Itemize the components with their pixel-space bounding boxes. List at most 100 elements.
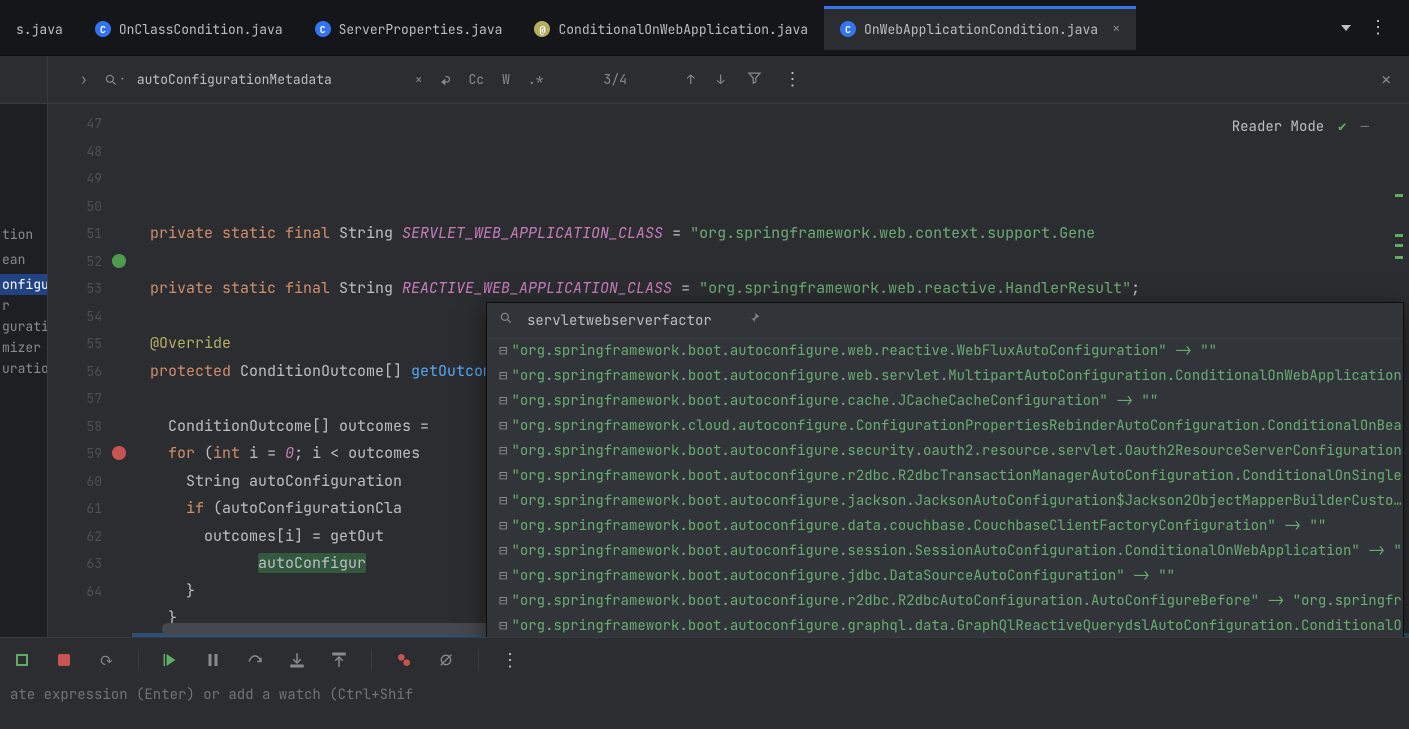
editor-tab[interactable]: @ ConditionalOnWebApplication.java — [518, 6, 824, 50]
override-gutter-icon[interactable] — [112, 254, 126, 268]
popup-item[interactable]: ⊟"org.springframework.boot.autoconfigure… — [487, 389, 1403, 414]
structure-item[interactable]: mizer — [0, 337, 47, 358]
line-number: 56 — [48, 358, 102, 386]
line-number: 62 — [48, 523, 102, 551]
pause-icon[interactable] — [203, 650, 223, 670]
find-next-icon[interactable]: ↓ — [717, 71, 725, 88]
debug-tool-window: ⟳ ⋮ ate expression (Enter) or add a watc… — [0, 637, 1409, 729]
class-file-icon: C — [315, 21, 331, 37]
file-label: OnWebApplicationCondition.java — [864, 21, 1098, 38]
chevron-down-icon[interactable] — [1341, 25, 1351, 31]
project-pane-stub — [0, 56, 48, 103]
regex-toggle[interactable]: .* — [528, 71, 544, 88]
class-file-icon: C — [840, 21, 856, 37]
whole-word-toggle[interactable]: W — [502, 71, 510, 88]
structure-item[interactable]: onfigur — [0, 274, 47, 295]
find-prev-icon[interactable]: ↑ — [687, 71, 695, 88]
line-number: 47 — [48, 110, 102, 138]
line-number: 51 — [48, 220, 102, 248]
step-into-icon[interactable] — [287, 650, 307, 670]
popup-item[interactable]: ⊟"org.springframework.boot.autoconfigure… — [487, 464, 1403, 489]
reader-mode-banner[interactable]: Reader Mode ✔ — — [1232, 114, 1369, 142]
debug-more-icon[interactable]: ⋮ — [501, 649, 519, 672]
structure-tool-stub: tion ean onfigurrguratiomizeruration — [0, 104, 48, 637]
line-number: 48 — [48, 138, 102, 166]
editor-tab[interactable]: s.java — [0, 6, 79, 50]
pin-popup-icon[interactable] — [747, 311, 761, 330]
popup-item[interactable]: ⊟"org.springframework.cloud.autoconfigur… — [487, 414, 1403, 439]
rerun-icon[interactable]: ⟳ — [96, 650, 116, 670]
search-icon — [499, 311, 513, 330]
editor-tab[interactable]: C OnClassCondition.java — [79, 6, 299, 50]
find-more-icon[interactable]: ⋮ — [784, 68, 802, 91]
inspection-warnings-icon[interactable]: — — [1361, 114, 1369, 142]
mute-breakpoints-icon[interactable] — [436, 650, 456, 670]
kebab-menu-icon[interactable]: ⋮ — [1369, 16, 1387, 39]
line-number: 61 — [48, 495, 102, 523]
line-number: 57 — [48, 385, 102, 413]
editor-tab-strip: s.java C OnClassCondition.java C ServerP… — [0, 0, 1409, 56]
filter-icon[interactable] — [747, 70, 762, 89]
file-label: ConditionalOnWebApplication.java — [558, 21, 808, 38]
structure-item[interactable]: tion — [0, 224, 47, 245]
line-number: 59 — [48, 440, 102, 468]
tab-overflow-controls: ⋮ — [1341, 16, 1409, 39]
find-result-count: 3/4 — [604, 71, 627, 88]
line-number: 54 — [48, 303, 102, 331]
popup-item[interactable]: ⊟"org.springframework.boot.autoconfigure… — [487, 339, 1403, 364]
inspection-ok-icon[interactable]: ✔ — [1338, 114, 1346, 142]
popup-item[interactable]: ⊟"org.springframework.boot.autoconfigure… — [487, 539, 1403, 564]
line-number: 58 — [48, 413, 102, 441]
resume-outline-icon[interactable] — [12, 650, 32, 670]
editor-tab-active[interactable]: C OnWebApplicationCondition.java × — [824, 6, 1136, 50]
line-number: 63 — [48, 550, 102, 578]
close-find-bar-icon[interactable]: ✕ — [1381, 69, 1391, 90]
file-label: s.java — [16, 21, 63, 38]
clear-input-icon[interactable]: × — [415, 71, 423, 88]
editor-tab[interactable]: C ServerProperties.java — [299, 6, 519, 50]
file-label: OnClassCondition.java — [119, 21, 283, 38]
structure-item[interactable]: ean — [0, 249, 47, 270]
popup-item[interactable]: ⊟"org.springframework.boot.autoconfigure… — [487, 364, 1403, 389]
match-case-toggle[interactable]: Cc — [468, 71, 484, 88]
structure-item[interactable]: uration — [0, 358, 47, 379]
find-in-file-bar: › ▾ × ↩ Cc W .* 3/4 ↑ ↓ ⋮ ✕ — [0, 56, 1409, 104]
stop-icon[interactable] — [54, 650, 74, 670]
popup-item[interactable]: ⊟"org.springframework.boot.autoconfigure… — [487, 589, 1403, 614]
popup-item[interactable]: ⊟"org.springframework.boot.autoconfigure… — [487, 489, 1403, 514]
close-tab-icon[interactable]: × — [1112, 20, 1120, 38]
breakpoint-gutter-icon[interactable] — [112, 446, 126, 460]
file-label: ServerProperties.java — [339, 21, 503, 38]
structure-item[interactable]: guratio — [0, 316, 47, 337]
line-number: 52 — [48, 248, 102, 276]
search-icon[interactable]: ▾ — [104, 73, 125, 87]
line-number: 53 — [48, 275, 102, 303]
code-line[interactable]: private static final String SERVLET_WEB_… — [132, 220, 1409, 248]
line-number: 55 — [48, 330, 102, 358]
code-line[interactable] — [132, 248, 1409, 276]
step-over-icon[interactable] — [245, 650, 265, 670]
resume-program-icon[interactable] — [161, 650, 181, 670]
separator — [478, 649, 479, 671]
view-breakpoints-icon[interactable] — [394, 650, 414, 670]
newline-mode-icon[interactable]: ↩ — [441, 69, 451, 90]
popup-item[interactable]: ⊟"org.springframework.boot.autoconfigure… — [487, 564, 1403, 589]
separator — [371, 649, 372, 671]
line-number: 49 — [48, 165, 102, 193]
annotation-file-icon: @ — [534, 21, 550, 37]
code-line[interactable]: private static final String REACTIVE_WEB… — [132, 275, 1409, 303]
structure-item[interactable]: r — [0, 295, 47, 316]
step-out-icon[interactable] — [329, 650, 349, 670]
popup-item[interactable]: ⊟"org.springframework.boot.autoconfigure… — [487, 439, 1403, 464]
separator — [138, 649, 139, 671]
find-expand-chevron[interactable]: › — [48, 71, 96, 89]
class-file-icon: C — [95, 21, 111, 37]
line-number: 50 — [48, 193, 102, 221]
watch-placeholder[interactable]: ate expression (Enter) or add a watch (C… — [10, 686, 413, 704]
find-input[interactable] — [135, 70, 405, 89]
popup-item[interactable]: ⊟"org.springframework.boot.autoconfigure… — [487, 614, 1403, 639]
popup-item[interactable]: ⊟"org.springframework.boot.autoconfigure… — [487, 514, 1403, 539]
popup-filter-input[interactable] — [525, 311, 735, 331]
line-number-gutter: 474849505152535455565758596061626364 — [48, 104, 132, 637]
line-number: 64 — [48, 578, 102, 606]
